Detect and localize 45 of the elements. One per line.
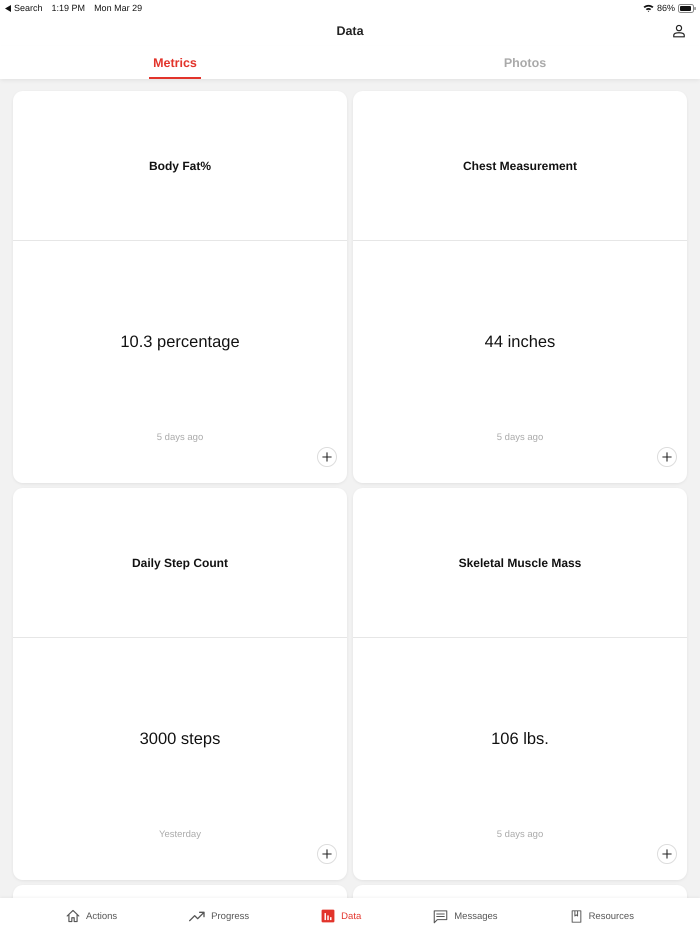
status-time: 1:19 PM (52, 3, 86, 13)
status-date: Mon Mar 29 (94, 3, 142, 13)
add-entry-button[interactable] (317, 447, 337, 467)
metric-title: Daily Step Count (132, 556, 228, 570)
battery-percent: 86% (656, 3, 675, 13)
plus-icon (662, 849, 672, 859)
add-entry-button[interactable] (317, 844, 337, 864)
tab[interactable]: Metrics (149, 46, 201, 79)
metric-card[interactable]: Chest Measurement 44 inches 5 days ago (353, 91, 687, 483)
plus-icon (662, 452, 672, 462)
metric-card[interactable]: Daily Step Count 3000 steps Yesterday (13, 488, 347, 880)
metric-card[interactable]: Skeletal Muscle Mass 106 lbs. 5 days ago (353, 488, 687, 880)
home-icon (66, 909, 80, 923)
plus-icon (322, 452, 332, 462)
plus-icon (322, 849, 332, 859)
trend-up-icon (189, 909, 206, 923)
updated-time: 5 days ago (496, 829, 544, 841)
nav-tab[interactable]: Actions (66, 909, 118, 923)
wifi-icon (642, 4, 654, 12)
back-triangle-icon (5, 4, 11, 12)
person-icon (672, 24, 686, 38)
message-icon (433, 908, 448, 924)
add-entry-button[interactable] (657, 447, 677, 467)
nav-tab[interactable]: Progress (189, 909, 250, 923)
bar-chart-icon (321, 909, 336, 923)
metric-value: 106 lbs. (491, 729, 549, 749)
updated-time: 5 days ago (156, 432, 204, 444)
metric-card[interactable]: Body Fat% 10.3 percentage 5 days ago (13, 91, 347, 483)
metric-value: 10.3 percentage (120, 332, 240, 352)
nav-tab[interactable]: Data (321, 909, 362, 923)
nav-tab[interactable]: Messages (433, 908, 498, 924)
page-title: Data (336, 24, 364, 38)
metric-value: 44 inches (484, 332, 556, 352)
metric-title: Body Fat% (148, 158, 211, 172)
nav-tab[interactable]: Resources (570, 908, 634, 924)
updated-time: 5 days ago (496, 432, 544, 444)
metric-value: 3000 steps (140, 729, 220, 749)
updated-time: Yesterday (159, 829, 201, 841)
profile-button[interactable] (672, 24, 686, 38)
battery-icon (678, 4, 696, 12)
back-link[interactable]: Search (14, 3, 43, 13)
book-icon (570, 908, 583, 924)
metric-title: Skeletal Muscle Mass (458, 556, 582, 570)
add-entry-button[interactable] (657, 844, 677, 864)
metric-title: Chest Measurement (462, 158, 578, 172)
